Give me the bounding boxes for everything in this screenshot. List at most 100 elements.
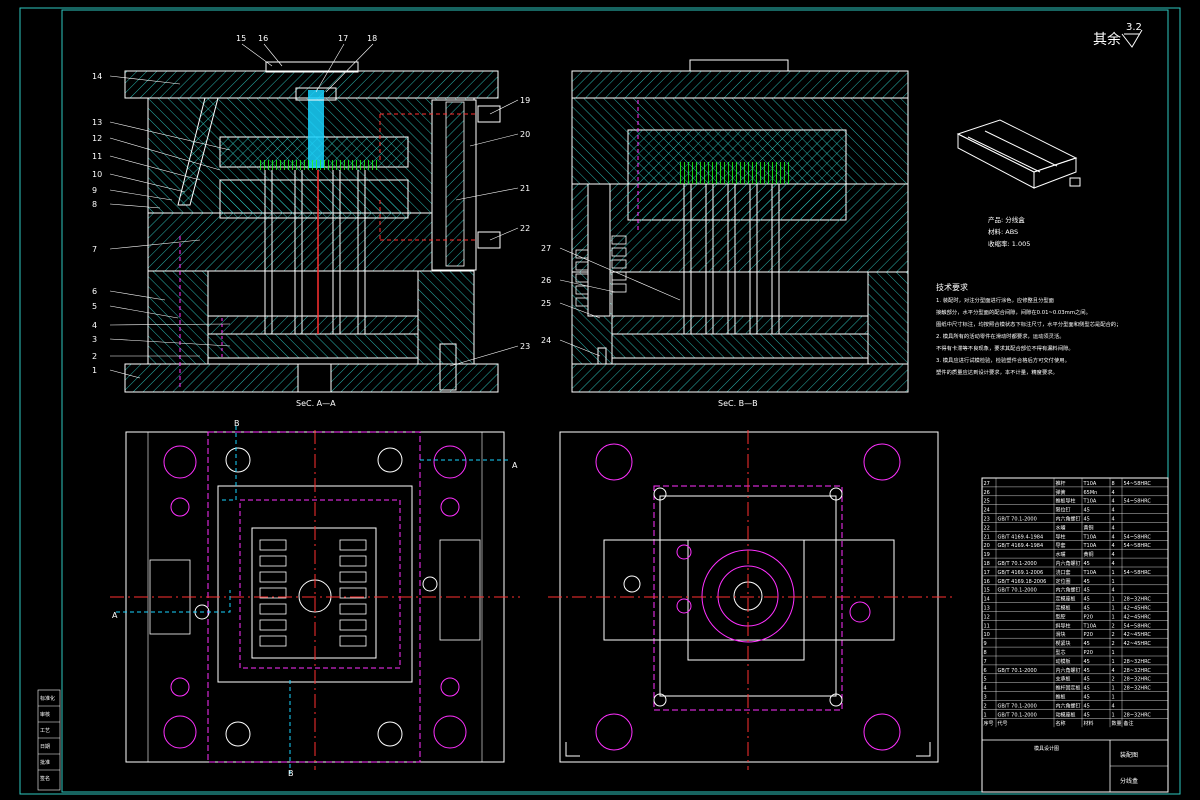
balloon-right-20: 20 (520, 130, 530, 139)
bom-cell: 54~58HRC (1124, 570, 1152, 576)
balloon-left-2: 2 (92, 352, 97, 361)
cad-drawing-canvas: 标准化 审核 工艺 日期 批准 签名 其余 3.2 27 推杆 T10A 8 5… (19, 7, 1181, 795)
cut-mark-b-bottom: B (288, 769, 294, 778)
bom-cell: 1 (1112, 686, 1115, 692)
bom-cell: 21 (984, 534, 990, 540)
bom-cell: GB/T 70.1-2000 (998, 703, 1037, 709)
balloon-top-16: 16 (258, 34, 268, 43)
balloon-left-1: 1 (92, 366, 97, 375)
bom-cell: 水嘴 (1056, 524, 1066, 531)
bom-cell: 54~58HRC (1124, 481, 1152, 487)
bom-cell: 黄铜 (1084, 524, 1094, 531)
balloon-right-19: 19 (520, 96, 530, 105)
bom-cell: 内六角螺钉 (1056, 667, 1081, 674)
balloon-left-3: 3 (92, 335, 97, 344)
bom-cell: 4 (1112, 525, 1115, 531)
bom-cell: T10A (1083, 499, 1097, 505)
bom-cell: 推板导柱 (1056, 498, 1076, 505)
bom-cell: 42~45HRC (1124, 606, 1152, 612)
bom-cell: 1 (1112, 712, 1115, 718)
bom-cell: 1 (1112, 614, 1115, 620)
bom-cell: 10 (984, 632, 990, 638)
bom-cell: 斜导柱 (1056, 622, 1071, 629)
bom-cell: 8 (984, 650, 987, 656)
bom-cell: 45 (1084, 695, 1090, 701)
bom-cell: 42~45HRC (1124, 632, 1152, 638)
bom-cell: 内六角螺钉 (1056, 702, 1081, 709)
bom-cell: 45 (1084, 659, 1090, 665)
bom-cell: 2 (1112, 641, 1115, 647)
bom-cell: 54~58HRC (1124, 534, 1152, 540)
section-b-b-view (571, 59, 909, 393)
bom-cell: 28~32HRC (1124, 686, 1152, 692)
bom-cell: 推杆固定板 (1056, 685, 1081, 692)
bom-cell: GB/T 70.1-2000 (998, 712, 1037, 718)
bom-cell: 54~58HRC (1124, 499, 1152, 505)
cut-mark-b-top: B (234, 419, 240, 428)
bom-cell: 楔紧块 (1056, 640, 1071, 647)
bom-cell: 45 (1084, 641, 1090, 647)
bom-cell: 42~45HRC (1124, 614, 1152, 620)
bom-cell: 45 (1084, 686, 1090, 692)
bom-cell: 9 (984, 641, 987, 647)
bom-cell: 弹簧 (1056, 489, 1066, 496)
bom-cell: 4 (1112, 561, 1115, 567)
left-revision-strip: 标准化 审核 工艺 日期 批准 签名 (37, 689, 61, 791)
balloon-left-6: 6 (92, 287, 97, 296)
bom-cell: 定模座板 (1056, 596, 1076, 603)
tech-req-line: 2. 模具所有的活动零件在滑动时都要求，运动须灵活。 (936, 332, 1065, 340)
balloon-left-7: 7 (92, 245, 97, 254)
bom-cell: T10A (1083, 543, 1097, 549)
title-product-name: 分线盒 (1120, 777, 1138, 785)
bom-cell: 23 (984, 517, 990, 523)
bom-cell: P20 (1084, 614, 1093, 620)
bom-cell: 4 (1112, 534, 1115, 540)
bom-cell: 54~58HRC (1124, 623, 1152, 629)
bom-header-cell: 代号 (998, 720, 1008, 727)
bom-cell: 1 (984, 712, 987, 718)
product-isometric-icon (956, 119, 1081, 189)
bom-cell: P20 (1084, 632, 1093, 638)
bom-header-cell: 备注 (1124, 720, 1134, 727)
cut-mark-a-right: A (512, 461, 518, 470)
surface-finish-value: 3.2 (1126, 22, 1142, 33)
bom-cell: 26 (984, 490, 990, 496)
balloon-top-18: 18 (367, 34, 377, 43)
bom-cell: 28~32HRC (1124, 597, 1152, 603)
surface-finish-label: 其余 (1093, 31, 1121, 48)
bom-header-cell: 材料 (1084, 720, 1094, 727)
bom-cell: 4 (1112, 508, 1115, 514)
bom-cell: 28~32HRC (1124, 677, 1152, 683)
bom-cell: 12 (984, 614, 990, 620)
part-product: 产品: 分线盒 (988, 215, 1025, 224)
bom-cell: 型腔 (1056, 613, 1066, 620)
bom-cell: 3 (984, 695, 987, 701)
bom-cell: 15 (984, 588, 990, 594)
bom-cell: GB/T 4169.4-1984 (998, 534, 1044, 540)
bom-cell: 4 (1112, 543, 1115, 549)
balloon-right-21: 21 (520, 184, 530, 193)
balloon-left-11: 11 (92, 152, 102, 161)
bom-cell: 2 (984, 703, 987, 709)
bom-cell: 45 (1084, 561, 1090, 567)
balloon-right-22: 22 (520, 224, 530, 233)
bom-cell: 28~32HRC (1124, 668, 1152, 674)
bom-cell: 45 (1084, 517, 1090, 523)
balloon-b-26: 26 (541, 276, 551, 285)
balloon-left-13: 13 (92, 118, 102, 127)
balloon-left-9: 9 (92, 186, 97, 195)
bom-cell: 1 (1112, 650, 1115, 656)
bom-cell: 定位圈 (1056, 578, 1071, 585)
tech-req-line: 3. 模具应进行试模检验，检验塑件合格后方可交付使用。 (936, 356, 1070, 364)
bom-cell: 28~32HRC (1124, 659, 1152, 665)
bom-cell: 19 (984, 552, 990, 558)
bom-cell: 14 (984, 597, 990, 603)
bom-cell: 7 (984, 659, 987, 665)
tech-req-line: 图纸中尺寸标注，均按照合模状态下标注尺寸，水平分型面和侧型芯是配合的； (936, 320, 1121, 328)
surface-finish-symbol: 其余 3.2 (1093, 22, 1143, 48)
bom-header-cell: 数量 (1112, 720, 1122, 727)
balloon-right-23: 23 (520, 342, 530, 351)
bom-cell: 内六角螺钉 (1056, 587, 1081, 594)
balloon-left-12: 12 (92, 134, 102, 143)
bom-cell: 45 (1084, 579, 1090, 585)
